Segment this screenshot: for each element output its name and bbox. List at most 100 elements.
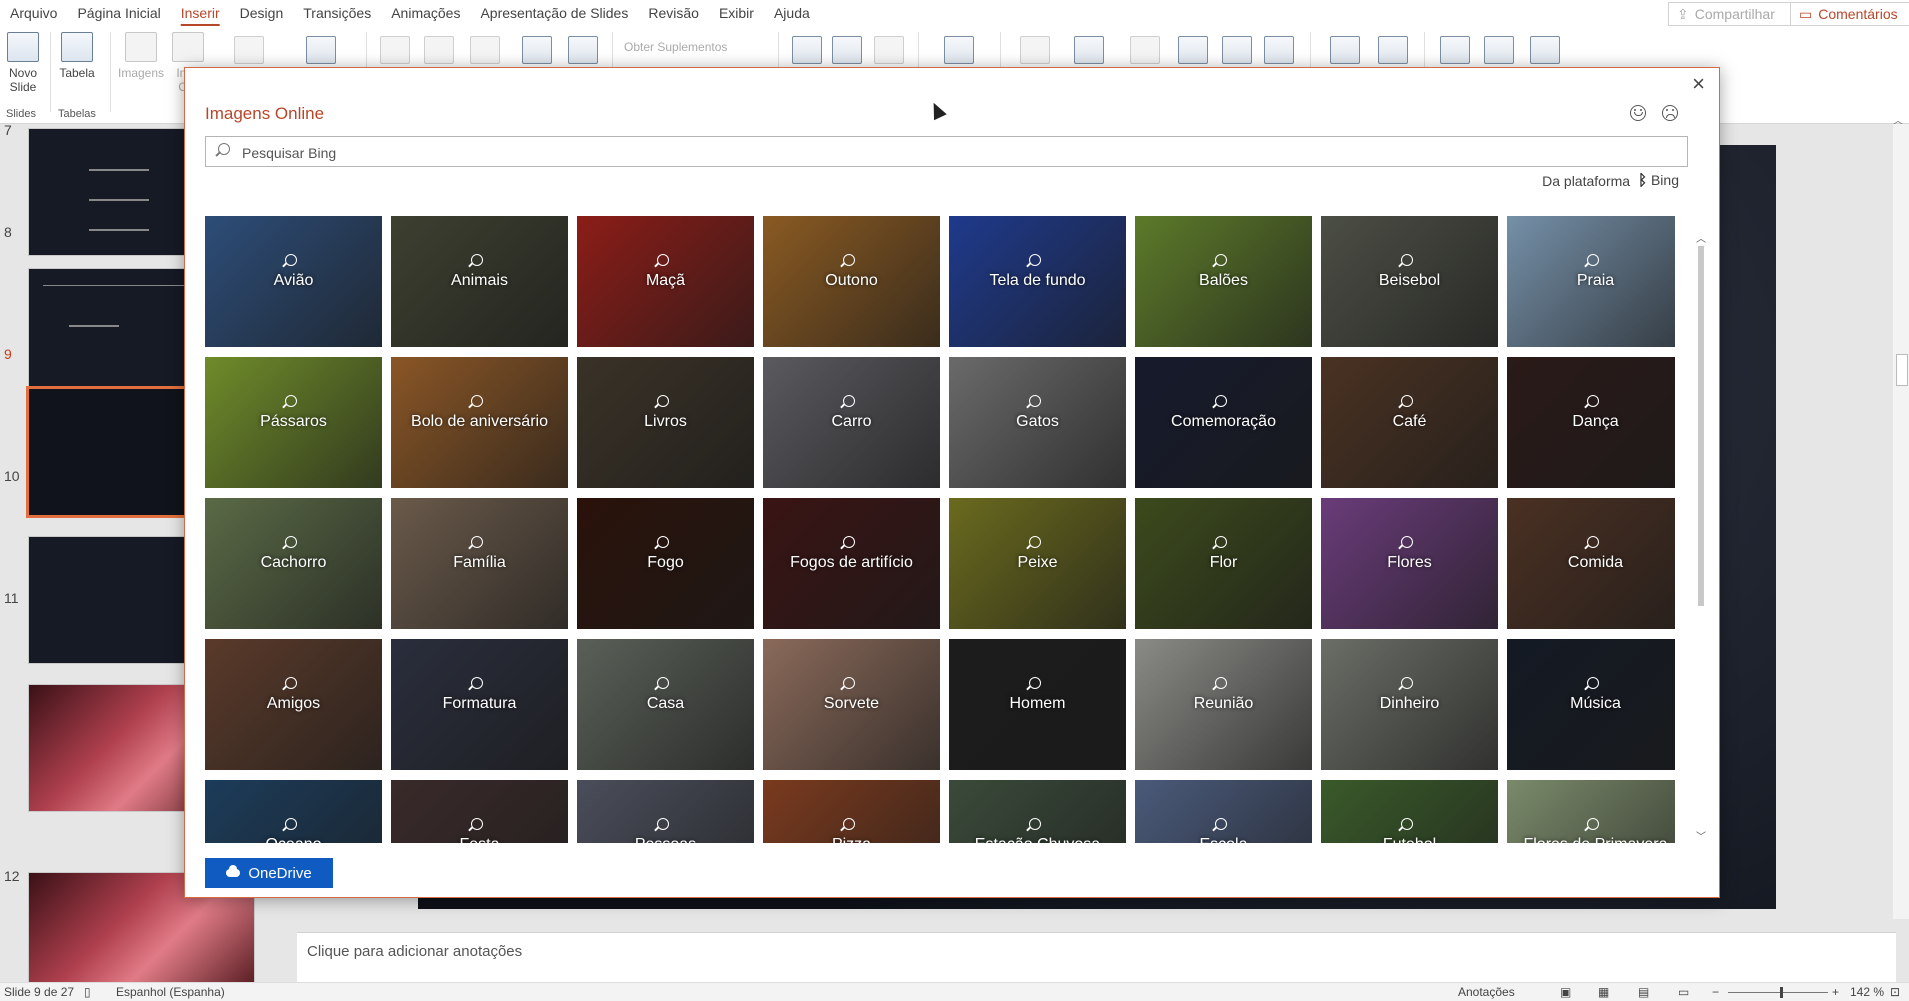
textbox-icon[interactable] [1020,36,1050,64]
comments-button[interactable]: ▭ Comentários [1790,2,1909,26]
category-tile[interactable]: Sorvete [763,639,940,770]
category-tile[interactable]: Dinheiro [1321,639,1498,770]
notes-pane[interactable]: Clique para adicionar anotações [297,932,1896,985]
category-tile[interactable]: Gatos [949,357,1126,488]
menu-design[interactable]: Design [230,0,294,26]
video-icon[interactable] [1440,36,1470,64]
dialog-scrollbar-thumb[interactable] [1698,246,1704,606]
zoom-slider[interactable] [1728,992,1828,993]
category-tile[interactable]: Escola [1135,780,1312,843]
menu-apresentacao[interactable]: Apresentação de Slides [470,0,638,26]
link-icon[interactable] [832,36,862,64]
category-tile[interactable]: Comida [1507,498,1675,629]
date-time-icon[interactable] [1178,36,1208,64]
category-tile[interactable]: Beisebol [1321,216,1498,347]
category-tile[interactable]: Balões [1135,216,1312,347]
zoom-level[interactable]: 142 % [1850,985,1884,999]
normal-view-icon[interactable]: ▣ [1560,985,1571,999]
menu-transicoes[interactable]: Transições [293,0,381,26]
header-footer-icon[interactable] [1074,36,1104,64]
menu-exibir[interactable]: Exibir [709,0,764,26]
get-addins-button[interactable]: Obter Suplementos [624,40,727,54]
menu-ajuda[interactable]: Ajuda [764,0,820,26]
menu-arquivo[interactable]: Arquivo [0,0,67,26]
category-tile[interactable]: Flores [1321,498,1498,629]
onedrive-button[interactable]: OneDrive [205,858,333,888]
category-tile[interactable]: Música [1507,639,1675,770]
slide-number-icon[interactable] [1222,36,1252,64]
new-slide-button[interactable]: Novo Slide [4,32,42,94]
scrollbar-thumb[interactable] [1896,354,1908,386]
scroll-down-icon[interactable]: ﹀ [1696,828,1706,843]
category-tile[interactable]: Pessoas [577,780,754,843]
category-tile[interactable]: Amigos [205,639,382,770]
category-tile[interactable]: Bolo de aniversário [391,357,568,488]
notes-toggle[interactable]: Anotações [1458,985,1515,999]
chart-icon[interactable] [568,36,598,64]
category-tile[interactable]: Livros [577,357,754,488]
icons-icon[interactable] [424,36,454,64]
comment-icon[interactable] [944,36,974,64]
category-tile[interactable]: Reunião [1135,639,1312,770]
spellcheck-icon[interactable]: ▯ [84,985,91,999]
smile-feedback-icon[interactable] [1630,105,1646,121]
zoom-out-icon[interactable]: − [1712,985,1719,999]
screen-recording-icon[interactable] [1530,36,1560,64]
smartart-icon[interactable] [522,36,552,64]
action-icon[interactable] [874,36,904,64]
category-tile[interactable]: Flor [1135,498,1312,629]
3d-models-icon[interactable] [470,36,500,64]
category-tile[interactable]: Futebol [1321,780,1498,843]
category-tile[interactable]: Carro [763,357,940,488]
category-tile[interactable]: Homem [949,639,1126,770]
slideshow-icon[interactable]: ▭ [1678,985,1689,999]
category-tile[interactable]: Dança [1507,357,1675,488]
category-tile[interactable]: Formatura [391,639,568,770]
vertical-scrollbar[interactable] [1893,124,1909,919]
wordart-icon[interactable] [1130,36,1160,64]
category-tile[interactable]: Animais [391,216,568,347]
reading-view-icon[interactable]: ▤ [1638,985,1649,999]
category-tile[interactable]: Oceano [205,780,382,843]
audio-icon[interactable] [1484,36,1514,64]
category-tile[interactable]: Cachorro [205,498,382,629]
close-icon[interactable]: × [1692,73,1705,95]
frown-feedback-icon[interactable] [1662,105,1678,121]
fit-slide-icon[interactable]: ⊡ [1890,985,1900,999]
category-tile[interactable]: Outono [763,216,940,347]
menu-pagina-inicial[interactable]: Página Inicial [67,0,170,26]
equation-icon[interactable] [1330,36,1360,64]
object-icon[interactable] [1264,36,1294,64]
zoom-slider-thumb[interactable] [1780,987,1783,998]
share-button[interactable]: ⇪ Compartilhar [1668,2,1804,26]
menu-inserir[interactable]: Inserir [171,0,230,26]
zoom-in-icon[interactable]: + [1832,985,1839,999]
table-button[interactable]: Tabela [58,32,96,80]
zoom-icon[interactable] [792,36,822,64]
category-tile[interactable]: Peixe [949,498,1126,629]
screenshot-icon[interactable] [234,36,264,64]
category-tile[interactable]: Tela de fundo [949,216,1126,347]
menu-animacoes[interactable]: Animações [381,0,470,26]
language-indicator[interactable]: Espanhol (Espanha) [116,985,225,999]
category-tile[interactable]: Pássaros [205,357,382,488]
category-tile[interactable]: Fogo [577,498,754,629]
category-tile[interactable]: Pizza [763,780,940,843]
category-tile[interactable]: Maçã [577,216,754,347]
scroll-up-icon[interactable]: ︿ [1696,230,1706,245]
category-tile[interactable]: Praia [1507,216,1675,347]
shapes-icon[interactable] [380,36,410,64]
symbol-icon[interactable] [1378,36,1408,64]
category-tile[interactable]: Café [1321,357,1498,488]
slide-sorter-icon[interactable]: ▦ [1598,985,1609,999]
menu-revisao[interactable]: Revisão [638,0,709,26]
photo-album-icon[interactable] [306,36,336,64]
search-input[interactable] [240,137,1674,168]
dialog-scrollbar[interactable]: ︿ ﹀ [1693,216,1709,843]
images-button[interactable]: Imagens [116,32,166,80]
category-tile[interactable]: Avião [205,216,382,347]
category-tile[interactable]: Estação Chuvosa [949,780,1126,843]
category-tile[interactable]: Comemoração [1135,357,1312,488]
category-tile[interactable]: Festa [391,780,568,843]
category-tile[interactable]: Fogos de artifício [763,498,940,629]
